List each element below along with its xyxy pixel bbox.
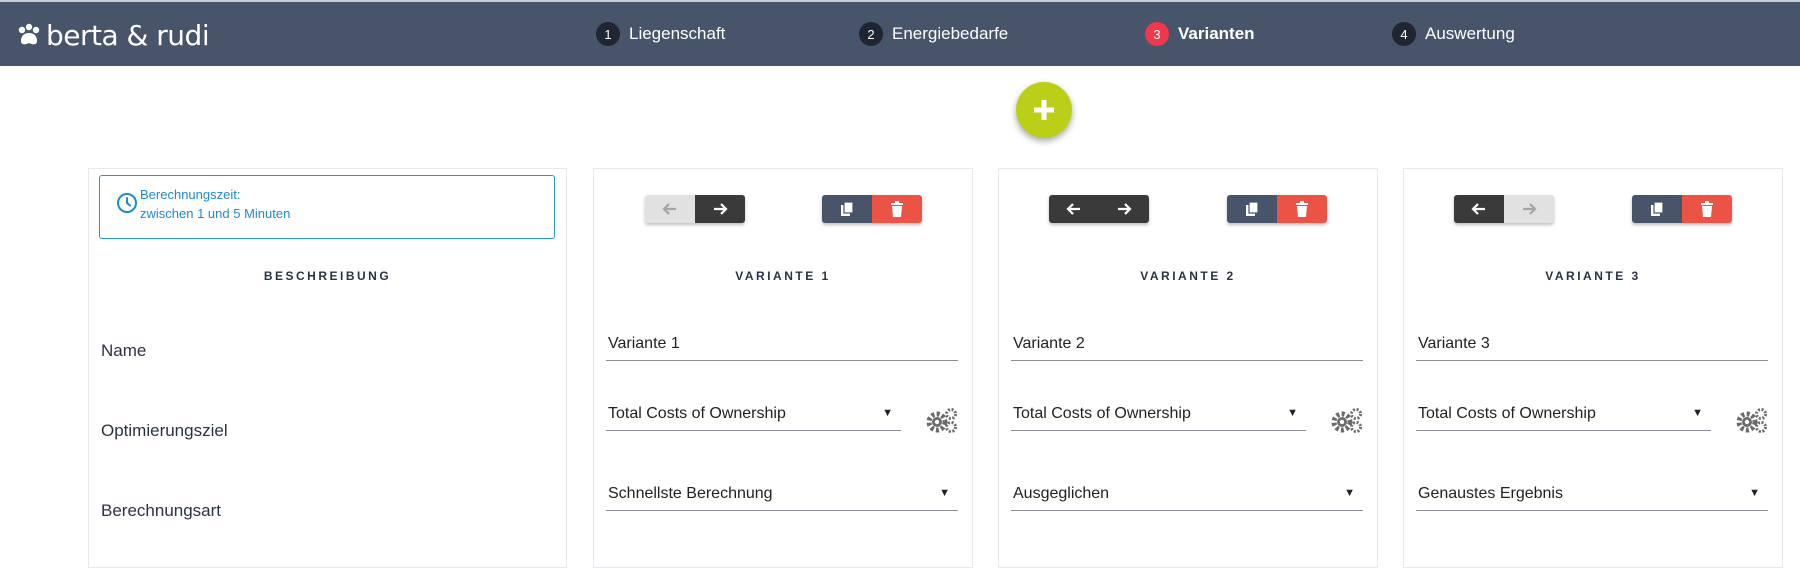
variant-action-buttons — [1632, 195, 1732, 223]
variant-name-value: Variante 2 — [1013, 335, 1085, 352]
info-title: Berechnungszeit: — [140, 187, 241, 202]
variant-card-2: VARIANTE 2 Variante 2 Total Costs of Own… — [998, 168, 1378, 568]
variant-action-buttons — [822, 195, 922, 223]
gears-icon[interactable] — [1331, 407, 1363, 433]
trash-icon — [891, 201, 903, 217]
dropdown-caret-icon: ▼ — [939, 487, 950, 499]
dropdown-caret-icon: ▼ — [1692, 407, 1703, 419]
calculation-method-select[interactable]: Ausgeglichen ▼ — [1011, 483, 1363, 511]
label-optimization-goal: Optimierungsziel — [101, 421, 228, 440]
dropdown-caret-icon: ▼ — [1287, 407, 1298, 419]
description-card: Berechnungszeit: zwischen 1 und 5 Minute… — [88, 168, 567, 568]
wizard-steps: 1 Liegenschaft 2 Energiebedarfe 3 Varian… — [0, 2, 1800, 66]
optimization-goal-value: Total Costs of Ownership — [608, 405, 786, 422]
arrow-right-icon — [714, 203, 728, 215]
dropdown-caret-icon: ▼ — [1344, 487, 1355, 499]
calculation-time-info: Berechnungszeit: zwischen 1 und 5 Minute… — [99, 175, 555, 239]
step-varianten[interactable]: 3 Varianten — [1145, 22, 1255, 46]
variant-card-3: VARIANTE 3 Variante 3 Total Costs of Own… — [1403, 168, 1783, 568]
copy-variant-button[interactable] — [1227, 195, 1277, 223]
optimization-goal-value: Total Costs of Ownership — [1418, 405, 1596, 422]
trash-icon — [1296, 201, 1308, 217]
variant-name-input[interactable]: Variante 3 — [1416, 333, 1768, 361]
clock-icon — [117, 193, 137, 213]
step-auswertung[interactable]: 4 Auswertung — [1392, 22, 1515, 46]
label-name: Name — [101, 341, 147, 360]
arrow-left-icon — [1066, 203, 1080, 215]
copy-icon — [841, 201, 854, 216]
step-number: 1 — [596, 22, 620, 46]
step-label: Varianten — [1178, 24, 1255, 43]
calculation-method-select[interactable]: Genaustes Ergebnis ▼ — [1416, 483, 1768, 511]
step-label: Liegenschaft — [629, 24, 726, 43]
copy-variant-button[interactable] — [822, 195, 872, 223]
move-left-button[interactable] — [645, 195, 695, 223]
variant-title: VARIANTE 1 — [735, 269, 831, 283]
variant-name-input[interactable]: Variante 1 — [606, 333, 958, 361]
plus-icon — [1034, 100, 1054, 120]
calculation-method-select[interactable]: Schnellste Berechnung ▼ — [606, 483, 958, 511]
top-navigation-bar: berta & rudi 1 Liegenschaft 2 Energiebed… — [0, 0, 1800, 66]
calculation-method-value: Genaustes Ergebnis — [1418, 485, 1563, 502]
calculation-method-value: Schnellste Berechnung — [608, 485, 773, 502]
variant-order-buttons — [1049, 195, 1149, 223]
copy-icon — [1246, 201, 1259, 216]
copy-icon — [1651, 201, 1664, 216]
copy-variant-button[interactable] — [1632, 195, 1682, 223]
gears-icon[interactable] — [926, 407, 958, 433]
step-label: Auswertung — [1425, 24, 1515, 43]
step-label: Energiebedarfe — [892, 24, 1009, 43]
variant-name-input[interactable]: Variante 2 — [1011, 333, 1363, 361]
optimization-goal-value: Total Costs of Ownership — [1013, 405, 1191, 422]
variant-action-buttons — [1227, 195, 1327, 223]
variant-order-buttons — [645, 195, 745, 223]
variant-title: VARIANTE 3 — [1545, 269, 1641, 283]
description-title: BESCHREIBUNG — [263, 269, 392, 283]
move-right-button[interactable] — [695, 195, 745, 223]
delete-variant-button[interactable] — [872, 195, 922, 223]
arrow-right-icon — [1523, 203, 1537, 215]
move-right-button[interactable] — [1504, 195, 1554, 223]
variant-title: VARIANTE 2 — [1140, 269, 1236, 283]
info-text: zwischen 1 und 5 Minuten — [140, 206, 291, 221]
variant-order-buttons — [1454, 195, 1554, 223]
step-number: 2 — [859, 22, 883, 46]
step-liegenschaft[interactable]: 1 Liegenschaft — [596, 22, 725, 46]
step-number: 3 — [1145, 22, 1169, 46]
step-energiebedarfe[interactable]: 2 Energiebedarfe — [859, 22, 1008, 46]
gears-icon[interactable] — [1736, 407, 1768, 433]
delete-variant-button[interactable] — [1682, 195, 1732, 223]
step-number: 4 — [1392, 22, 1416, 46]
arrow-left-icon — [1471, 203, 1485, 215]
move-left-button[interactable] — [1454, 195, 1504, 223]
delete-variant-button[interactable] — [1277, 195, 1327, 223]
dropdown-caret-icon: ▼ — [882, 407, 893, 419]
variant-name-value: Variante 1 — [608, 335, 680, 352]
arrow-left-icon — [662, 203, 676, 215]
dropdown-caret-icon: ▼ — [1749, 487, 1760, 499]
variant-name-value: Variante 3 — [1418, 335, 1490, 352]
arrow-right-icon — [1118, 203, 1132, 215]
move-right-button[interactable] — [1099, 195, 1149, 223]
trash-icon — [1701, 201, 1713, 217]
calculation-method-value: Ausgeglichen — [1013, 485, 1110, 502]
move-left-button[interactable] — [1049, 195, 1099, 223]
variant-card-1: VARIANTE 1 Variante 1 Total Costs of Own… — [593, 168, 973, 568]
optimization-goal-select[interactable]: Total Costs of Ownership ▼ — [1416, 403, 1711, 431]
optimization-goal-select[interactable]: Total Costs of Ownership ▼ — [606, 403, 901, 431]
optimization-goal-select[interactable]: Total Costs of Ownership ▼ — [1011, 403, 1306, 431]
add-variant-button[interactable] — [1016, 82, 1072, 138]
label-calculation-method: Berechnungsart — [101, 501, 222, 520]
